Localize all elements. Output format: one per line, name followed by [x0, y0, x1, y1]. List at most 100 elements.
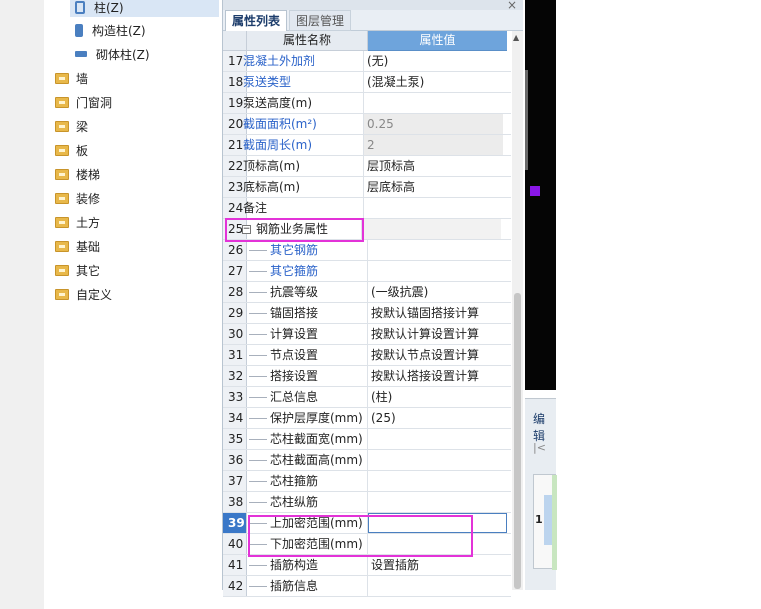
row-value[interactable]: 层底标高 [364, 177, 503, 197]
row-value[interactable]: (无) [364, 51, 503, 71]
table-row[interactable]: 38 芯柱纵筋 [223, 492, 511, 513]
row-value[interactable]: (一级抗震) [368, 282, 507, 302]
row-value[interactable] [368, 576, 507, 596]
tab-property-list[interactable]: 属性列表 [225, 10, 288, 31]
row-name: 汇总信息 [270, 390, 319, 404]
row-value[interactable] [364, 93, 503, 113]
row-name: 计算设置 [270, 327, 319, 341]
row-value[interactable] [368, 471, 507, 491]
tree-folder-foundation[interactable]: 基础 [55, 236, 100, 256]
row-value[interactable] [364, 198, 503, 218]
row-value[interactable]: (混凝土泵) [364, 72, 503, 92]
row-value[interactable]: 层顶标高 [364, 156, 503, 176]
tab-edit[interactable]: 编辑 [533, 410, 556, 444]
tree-line [249, 396, 267, 398]
tree-folder-wall[interactable]: 墙 [55, 68, 88, 88]
tree-line [249, 459, 267, 461]
row-name: 截面周长(m) [243, 135, 364, 155]
edit-grid[interactable]: 1 [533, 474, 557, 570]
row-value[interactable]: (柱) [368, 387, 507, 407]
folder-icon [55, 288, 69, 300]
table-row[interactable]: 37 芯柱箍筋 [223, 471, 511, 492]
row-value[interactable] [368, 240, 507, 260]
row-value[interactable] [368, 492, 507, 512]
tree-folder-stairs[interactable]: 楼梯 [55, 164, 100, 184]
table-row[interactable]: 35 芯柱截面宽(mm) [223, 429, 511, 450]
row-name: 节点设置 [270, 348, 319, 362]
table-row[interactable]: 34 保护层厚度(mm) (25) [223, 408, 511, 429]
row-name: 备注 [243, 198, 364, 218]
table-row[interactable]: 23 底标高(m) 层底标高 [223, 177, 511, 198]
row-value[interactable] [368, 261, 507, 281]
row-value [362, 219, 501, 239]
table-row[interactable]: 27 其它箍筋 [223, 261, 511, 282]
row-value[interactable]: (25) [368, 408, 507, 428]
panel-title-strip: × [223, 0, 523, 12]
table-row[interactable]: 26 其它钢筋 [223, 240, 511, 261]
row-value[interactable] [368, 450, 507, 470]
column-icon [75, 0, 85, 14]
row-name: 底标高(m) [243, 177, 364, 197]
row-value[interactable]: 按默认搭接设置计算 [368, 366, 507, 386]
tree-line [249, 354, 267, 356]
row-name: 插筋构造 [270, 558, 319, 572]
header-value: 属性值 [368, 31, 507, 51]
tree-folder-custom[interactable]: 自定义 [55, 284, 112, 304]
table-row[interactable]: 24 备注 [223, 198, 511, 219]
tree-folder-decoration[interactable]: 装修 [55, 188, 100, 208]
tree-folder-doors-windows[interactable]: 门窗洞 [55, 92, 112, 112]
row-name: 混凝土外加剂 [243, 51, 364, 71]
table-row[interactable]: 28 抗震等级 (一级抗震) [223, 282, 511, 303]
row-value: 0.25 [364, 114, 503, 134]
table-row[interactable]: 17 混凝土外加剂 (无) [223, 51, 511, 72]
folder-icon [55, 240, 69, 252]
vertical-scrollbar[interactable]: ▲ [512, 31, 523, 590]
highlight-box-rebar-properties [225, 218, 364, 242]
table-row[interactable]: 41 插筋构造 设置插筋 [223, 555, 511, 576]
folder-icon [55, 144, 69, 156]
tree-item-masonry-column[interactable]: 砌体柱(Z) [75, 44, 150, 64]
tree-item-column[interactable]: 柱(Z) [75, 0, 124, 17]
table-row[interactable]: 36 芯柱截面高(mm) [223, 450, 511, 471]
table-row[interactable]: 20 截面面积(m²) 0.25 [223, 114, 511, 135]
main-window: 柱(Z) 构造柱(Z) 砌体柱(Z) 墙 门窗洞 梁 板 楼梯 装修 土方 基础… [44, 0, 557, 609]
tree-line [249, 249, 267, 251]
row-name: 泵送高度(m) [243, 93, 364, 113]
table-row[interactable]: 19 泵送高度(m) [223, 93, 511, 114]
scroll-up-icon[interactable]: ▲ [513, 33, 519, 42]
row-value[interactable] [368, 429, 507, 449]
row-value[interactable]: 按默认锚固搭接计算 [368, 303, 507, 323]
row-value[interactable]: 按默认计算设置计算 [368, 324, 507, 344]
header-rownum [223, 31, 247, 51]
table-row[interactable]: 30 计算设置 按默认计算设置计算 [223, 324, 511, 345]
table-row[interactable]: 32 搭接设置 按默认搭接设置计算 [223, 366, 511, 387]
tree-folder-beam[interactable]: 梁 [55, 116, 88, 136]
row-value[interactable]: 按默认节点设置计算 [368, 345, 507, 365]
tree-folder-slab[interactable]: 板 [55, 140, 88, 160]
tree-item-structural-column[interactable]: 构造柱(Z) [75, 20, 146, 40]
row-name: 锚固搭接 [270, 306, 319, 320]
tab-layer-management[interactable]: 图层管理 [289, 10, 352, 31]
tree-line [249, 564, 267, 566]
row-name: 插筋信息 [270, 579, 319, 593]
viewport-dark[interactable] [525, 0, 556, 390]
tree-folder-earthwork[interactable]: 土方 [55, 212, 100, 232]
table-row[interactable]: 21 截面周长(m) 2 [223, 135, 511, 156]
table-row[interactable]: 18 泵送类型 (混凝土泵) [223, 72, 511, 93]
masonry-column-icon [75, 51, 87, 57]
table-row[interactable]: 29 锚固搭接 按默认锚固搭接计算 [223, 303, 511, 324]
table-row[interactable]: 31 节点设置 按默认节点设置计算 [223, 345, 511, 366]
row-value[interactable]: 设置插筋 [368, 555, 507, 575]
table-row[interactable]: 22 顶标高(m) 层顶标高 [223, 156, 511, 177]
table-row[interactable]: 33 汇总信息 (柱) [223, 387, 511, 408]
edit-grid-bar [552, 475, 557, 570]
first-record-icon[interactable]: |< [533, 441, 546, 454]
table-row[interactable]: 42 插筋信息 [223, 576, 511, 597]
tree-line [249, 291, 267, 293]
tree-line [249, 375, 267, 377]
row-name: 芯柱纵筋 [270, 495, 319, 509]
component-tree: 柱(Z) 构造柱(Z) 砌体柱(Z) 墙 门窗洞 梁 板 楼梯 装修 土方 基础… [44, 0, 219, 609]
tree-folder-other[interactable]: 其它 [55, 260, 100, 280]
scrollbar-thumb[interactable] [514, 293, 521, 589]
close-icon[interactable]: × [507, 0, 517, 12]
